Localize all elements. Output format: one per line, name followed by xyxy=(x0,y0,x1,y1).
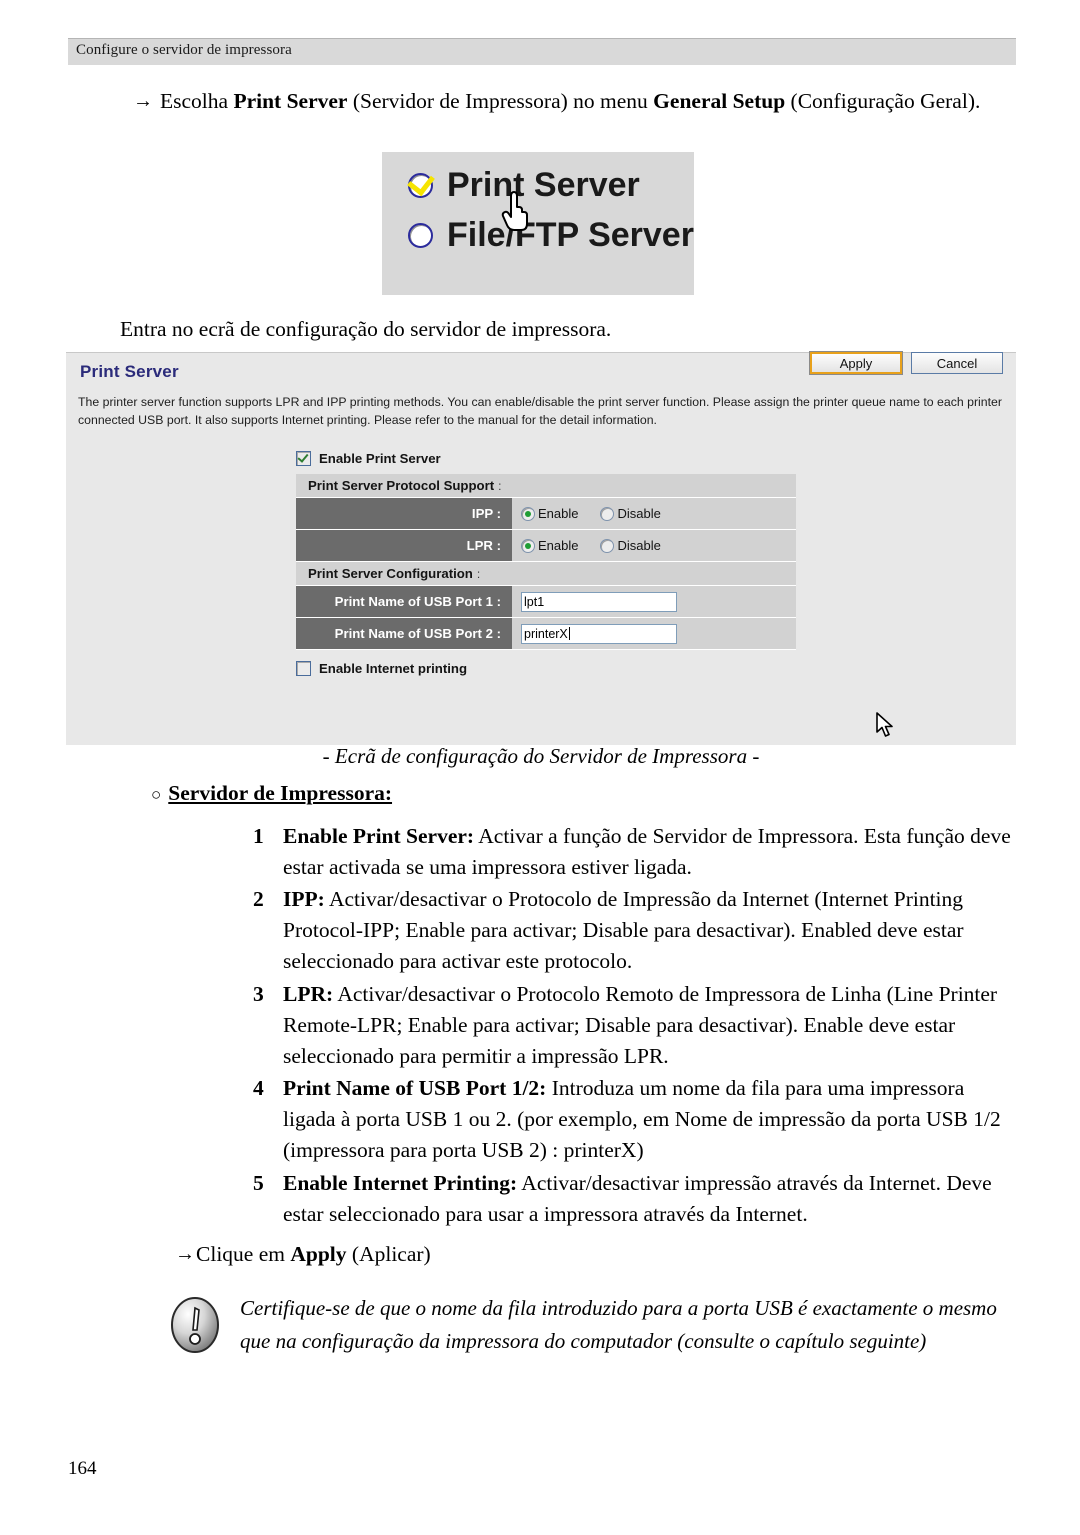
list-item: 4 Print Name of USB Port 1/2: Introduza … xyxy=(253,1073,1018,1166)
radio-label: Enable xyxy=(538,506,579,521)
radio-label: Enable xyxy=(538,538,579,553)
list-item-text: Activar/desactivar o Protocolo de Impres… xyxy=(283,887,964,973)
list-item: 2 IPP: Activar/desactivar o Protocolo de… xyxy=(253,884,1018,977)
list-item: 5 Enable Internet Printing: Activar/desa… xyxy=(253,1168,1018,1230)
radio-unselected-icon[interactable] xyxy=(600,538,615,553)
panel-title: Print Server xyxy=(80,362,179,381)
list-item-number: 5 xyxy=(253,1171,264,1195)
list-item-term: LPR: xyxy=(283,982,334,1006)
figure-caption: - Ecrã de configuração do Servidor de Im… xyxy=(322,744,760,768)
radio-selected-icon[interactable] xyxy=(521,506,535,521)
ipp-disable-option[interactable]: Disable xyxy=(600,506,661,521)
usb-port-2-label: Print Name of USB Port 2 : xyxy=(296,618,512,649)
lpr-disable-option[interactable]: Disable xyxy=(600,538,661,553)
list-item-number: 3 xyxy=(253,982,264,1006)
section-header-text: Print Server Protocol Support xyxy=(308,478,495,493)
usb-port-2-input[interactable]: printerX xyxy=(521,623,677,644)
general-setup-screenshot: Print Server File/FTP Server xyxy=(382,152,694,295)
usb-port-1-input-value: lpt1 xyxy=(524,594,545,609)
list-item-term: Print Name of USB Port 1/2: xyxy=(283,1076,547,1100)
lpr-options: Enable Disable xyxy=(512,530,796,561)
section-header-colon: : xyxy=(476,566,481,581)
text-caret xyxy=(568,627,570,640)
running-header: Configure o servidor de impressora xyxy=(68,38,1016,65)
radio-option-file-ftp-server[interactable]: File/FTP Server xyxy=(408,218,694,252)
lpr-enable-option[interactable]: Enable xyxy=(521,538,578,553)
arrow-icon: → xyxy=(175,1243,195,1265)
section-heading: Servidor de Impressora: xyxy=(168,781,393,805)
usb-port-1-value: lpt1 xyxy=(512,586,796,617)
circle-bullet-icon: ○ xyxy=(151,785,162,804)
list-item-number: 4 xyxy=(253,1076,264,1100)
section-header-colon: : xyxy=(498,478,502,493)
ipp-options: Enable Disable xyxy=(512,498,796,529)
radio-option-label: Print Server xyxy=(447,166,640,204)
enable-print-server-row[interactable]: Enable Print Server xyxy=(296,447,796,469)
radio-unselected-icon[interactable] xyxy=(600,506,615,521)
lpr-label: LPR : xyxy=(296,530,512,561)
radio-selected-icon[interactable] xyxy=(521,538,535,553)
page-number: 164 xyxy=(68,1458,97,1479)
running-header-text: Configure o servidor de impressora xyxy=(76,42,292,58)
usb-port-1-label: Print Name of USB Port 1 : xyxy=(296,586,512,617)
checkbox-unchecked-icon[interactable] xyxy=(296,660,311,676)
intro-step-text: Escolha Print Server (Servidor de Impres… xyxy=(160,89,981,113)
lpr-row: LPR : Enable Disable xyxy=(296,530,796,562)
cancel-button[interactable]: Cancel xyxy=(911,352,1003,374)
usb-port-1-input[interactable]: lpt1 xyxy=(521,591,677,612)
hand-cursor-icon xyxy=(501,191,528,231)
radio-label: Disable xyxy=(617,538,661,553)
usb-port-1-row: Print Name of USB Port 1 : lpt1 xyxy=(296,586,796,618)
list-item-term: Enable Print Server: xyxy=(283,824,475,848)
radio-unselected-icon[interactable] xyxy=(408,222,433,248)
note-text: Certifique-se de que o nome da fila intr… xyxy=(240,1296,997,1353)
list-item-body: Enable Internet Printing: Activar/desact… xyxy=(283,1168,1018,1230)
enable-internet-printing-row[interactable]: Enable Internet printing xyxy=(296,657,796,679)
list-item-term: IPP: xyxy=(283,887,325,911)
arrow-icon: → xyxy=(133,90,153,112)
radio-selected-icon[interactable] xyxy=(408,172,433,198)
enable-print-server-label: Enable Print Server xyxy=(319,450,441,466)
ipp-enable-option[interactable]: Enable xyxy=(521,506,578,521)
list-item-body: LPR: Activar/desactivar o Protocolo Remo… xyxy=(283,979,1018,1072)
list-item-text: Activar/desactivar o Protocolo Remoto de… xyxy=(283,982,998,1068)
usb-port-2-row: Print Name of USB Port 2 : printerX xyxy=(296,618,796,650)
ipp-row: IPP : Enable Disable xyxy=(296,498,796,530)
list-item-number: 2 xyxy=(253,887,264,911)
apply-button[interactable]: Apply xyxy=(810,352,902,374)
protocol-support-section-header: Print Server Protocol Support : xyxy=(296,474,796,498)
radio-option-label: File/FTP Server xyxy=(447,216,694,254)
list-item-number: 1 xyxy=(253,824,264,848)
list-item-body: Enable Print Server: Activar a função de… xyxy=(283,821,1018,883)
list-item: 3 LPR: Activar/desactivar o Protocolo Re… xyxy=(253,979,1018,1072)
panel-description: The printer server function supports LPR… xyxy=(78,395,1002,427)
list-item-body: IPP: Activar/desactivar o Protocolo de I… xyxy=(283,884,1018,977)
exclamation-oval-icon xyxy=(171,1297,219,1353)
arrow-cursor-icon xyxy=(876,712,893,737)
list-item-term: Enable Internet Printing: xyxy=(283,1171,518,1195)
apply-instruction-text: Clique em Apply (Aplicar) xyxy=(196,1242,431,1266)
print-server-form: Enable Print Server Print Server Protoco… xyxy=(296,447,796,684)
ipp-label: IPP : xyxy=(296,498,512,529)
panel-buttons: Apply Cancel xyxy=(810,352,1003,374)
configuration-section-header: Print Server Configuration : xyxy=(296,562,796,586)
enable-internet-printing-label: Enable Internet printing xyxy=(319,660,467,676)
enter-screen-text: Entra no ecrã de configuração do servido… xyxy=(120,317,612,341)
usb-port-2-input-value: printerX xyxy=(524,626,568,641)
section-header-text: Print Server Configuration xyxy=(308,566,473,581)
print-server-config-panel: Print Server The printer server function… xyxy=(66,352,1016,745)
list-item: 1 Enable Print Server: Activar a função … xyxy=(253,821,1018,883)
list-item-body: Print Name of USB Port 1/2: Introduza um… xyxy=(283,1073,1018,1166)
section-heading-wrap: ○ Servidor de Impressora: xyxy=(151,781,392,806)
radio-label: Disable xyxy=(617,506,661,521)
usb-port-2-value: printerX xyxy=(512,618,796,649)
checkbox-checked-icon[interactable] xyxy=(296,450,311,466)
